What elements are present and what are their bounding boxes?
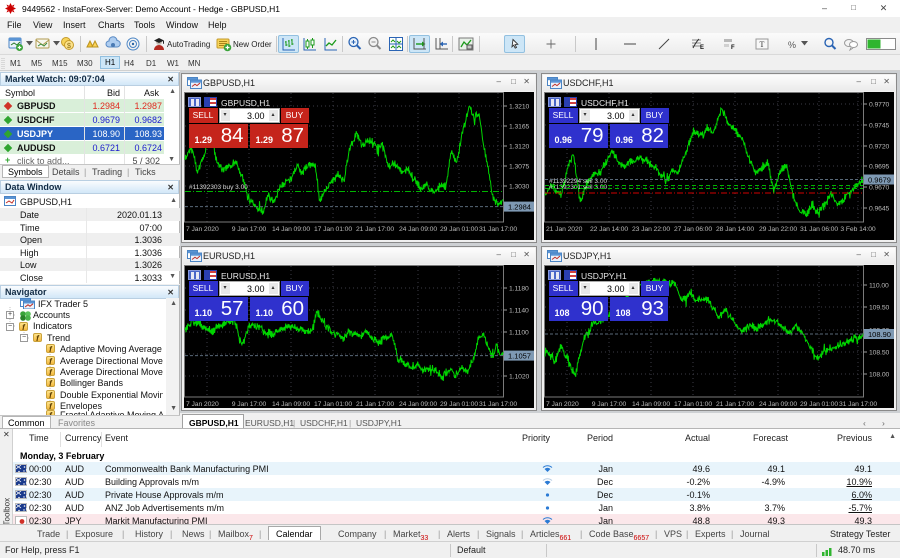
svg-text:T: T: [760, 40, 765, 49]
svg-text:29 Jan 01:00: 29 Jan 01:00: [440, 401, 478, 408]
svg-text:14 Jan 09:00: 14 Jan 09:00: [272, 226, 310, 233]
svg-text:7 Jan 2020: 7 Jan 2020: [186, 226, 219, 233]
svg-text:24 Jan 09:00: 24 Jan 09:00: [399, 226, 437, 233]
svg-text:27 Jan 06:00: 27 Jan 06:00: [674, 226, 712, 233]
svg-text:21 Jan 17:00: 21 Jan 17:00: [716, 401, 754, 408]
svg-text:1.3165: 1.3165: [509, 124, 530, 131]
svg-text:21 Jan 17:00: 21 Jan 17:00: [356, 226, 394, 233]
svg-text:1.1020: 1.1020: [509, 374, 530, 381]
svg-text:22 Jan 14:00: 22 Jan 14:00: [590, 226, 628, 233]
svg-text:%: %: [788, 40, 796, 50]
svg-text:21 Jan 2020: 21 Jan 2020: [546, 226, 583, 233]
svg-text:E: E: [700, 45, 704, 51]
svg-text:1.2984: 1.2984: [508, 203, 531, 212]
svg-text:1.1180: 1.1180: [509, 286, 529, 293]
svg-text:28 Jan 14:00: 28 Jan 14:00: [716, 226, 754, 233]
svg-text:3 Feb 14:00: 3 Feb 14:00: [840, 226, 875, 233]
svg-text:24 Jan 09:00: 24 Jan 09:00: [759, 401, 797, 408]
svg-text:F: F: [731, 45, 735, 51]
svg-text:31 Jan 06:00: 31 Jan 06:00: [800, 226, 838, 233]
svg-text:14 Jan 09:00: 14 Jan 09:00: [632, 401, 670, 408]
svg-text:7 Jan 2020: 7 Jan 2020: [546, 401, 579, 408]
svg-text:9 Jan 17:00: 9 Jan 17:00: [232, 401, 267, 408]
svg-text:0.9670: 0.9670: [869, 185, 890, 192]
svg-text:1.1100: 1.1100: [509, 330, 529, 337]
svg-text:9 Jan 17:00: 9 Jan 17:00: [592, 401, 627, 408]
svg-text:109.50: 109.50: [869, 305, 890, 312]
svg-text:31 Jan 17:00: 31 Jan 17:00: [839, 401, 877, 408]
svg-text:1.1140: 1.1140: [509, 308, 529, 315]
svg-text:108.90: 108.90: [868, 330, 891, 339]
svg-text:108.00: 108.00: [869, 372, 890, 379]
svg-text:1.3030: 1.3030: [509, 184, 530, 191]
svg-text:#11392301 sell 3.00: #11392301 sell 3.00: [549, 184, 607, 191]
svg-text:29 Jan 22:00: 29 Jan 22:00: [759, 226, 797, 233]
svg-text:0.9720: 0.9720: [869, 144, 890, 151]
svg-text:29 Jan 01:00: 29 Jan 01:00: [440, 226, 478, 233]
svg-text:#11392303 buy 3.00: #11392303 buy 3.00: [189, 184, 248, 191]
svg-text:7 Jan 2020: 7 Jan 2020: [186, 401, 219, 408]
svg-text:9 Jan 17:00: 9 Jan 17:00: [232, 226, 267, 233]
svg-text:108.50: 108.50: [869, 350, 890, 357]
svg-text:0.9679: 0.9679: [868, 176, 891, 185]
svg-text:17 Jan 01:00: 17 Jan 01:00: [314, 401, 352, 408]
svg-text:1.3210: 1.3210: [509, 104, 530, 111]
svg-text:0.9745: 0.9745: [869, 123, 890, 130]
svg-text:1.1057: 1.1057: [508, 352, 531, 361]
svg-text:17 Jan 01:00: 17 Jan 01:00: [674, 401, 712, 408]
svg-text:0.9770: 0.9770: [869, 102, 890, 109]
svg-text:23 Jan 22:00: 23 Jan 22:00: [632, 226, 670, 233]
svg-text:$: $: [67, 43, 71, 50]
svg-text:110.00: 110.00: [869, 283, 889, 290]
svg-text:21 Jan 17:00: 21 Jan 17:00: [356, 401, 394, 408]
svg-text:17 Jan 01:00: 17 Jan 01:00: [314, 226, 352, 233]
svg-text:1.3075: 1.3075: [509, 164, 530, 171]
svg-text:14 Jan 09:00: 14 Jan 09:00: [272, 401, 310, 408]
svg-text:29 Jan 01:00: 29 Jan 01:00: [800, 401, 838, 408]
svg-text:31 Jan 17:00: 31 Jan 17:00: [479, 401, 517, 408]
svg-text:0.9695: 0.9695: [869, 164, 890, 171]
svg-text:1.3120: 1.3120: [509, 144, 530, 151]
svg-text:0.9645: 0.9645: [869, 206, 890, 213]
svg-text:24 Jan 09:00: 24 Jan 09:00: [399, 401, 437, 408]
svg-text:31 Jan 17:00: 31 Jan 17:00: [479, 226, 517, 233]
